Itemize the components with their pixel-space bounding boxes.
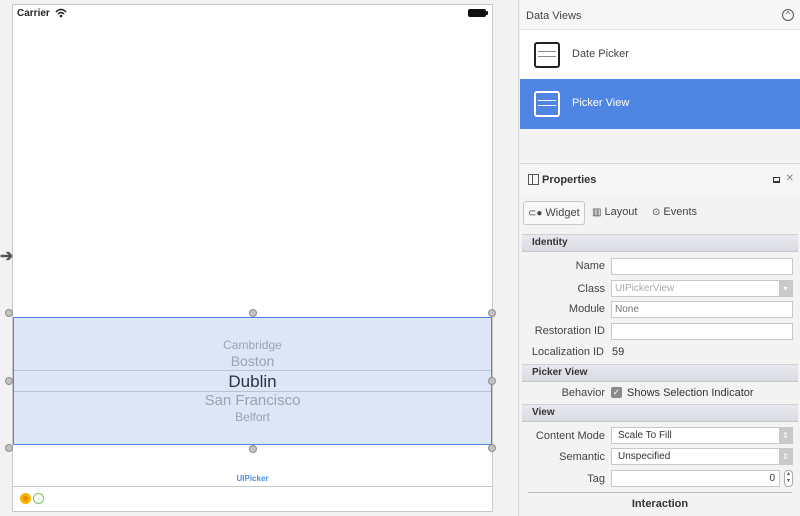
shows-selection-indicator-label[interactable]: Shows Selection Indicator <box>627 387 754 399</box>
properties-title: Properties <box>542 174 597 186</box>
picker-row[interactable]: Boston <box>14 353 491 369</box>
divider <box>528 492 792 493</box>
resize-handle-left[interactable] <box>5 377 13 385</box>
class-label: Class <box>577 283 605 295</box>
layout-icon: ▥ <box>592 207 602 218</box>
localization-id-value: 59 <box>612 346 625 358</box>
semantic-label: Semantic <box>559 451 605 463</box>
updown-icon[interactable]: ⇕ <box>779 428 792 443</box>
wifi-icon <box>55 8 67 18</box>
module-field[interactable] <box>611 301 793 318</box>
carrier-label: Carrier <box>17 8 50 19</box>
picker-view-icon <box>534 91 560 117</box>
date-picker-icon <box>534 42 560 68</box>
tag-label: Tag <box>587 473 605 485</box>
resize-handle-bottom[interactable] <box>249 445 257 453</box>
data-views-header: Data Views ^ <box>520 0 800 30</box>
content-mode-label: Content Mode <box>535 430 605 442</box>
localization-id-label: Localization ID <box>531 346 604 358</box>
chevron-down-icon[interactable]: ▾ <box>779 281 792 296</box>
picker-row-selected[interactable]: Dublin <box>14 372 491 392</box>
scene-name-label: UIPicker <box>236 474 269 483</box>
content-mode-value: Scale To Fill <box>618 430 672 441</box>
events-icon: ⊙ <box>652 207 661 218</box>
tag-field[interactable] <box>611 470 780 487</box>
class-combobox[interactable]: UIPickerView ▾ <box>611 280 793 297</box>
resize-handle-top[interactable] <box>249 309 257 317</box>
shows-selection-indicator-checkbox[interactable]: ✓ <box>611 387 622 398</box>
restoration-id-field[interactable] <box>611 323 793 340</box>
behavior-label: Behavior <box>561 387 605 399</box>
entry-arrow-icon: ➔ <box>0 248 14 265</box>
semantic-value: Unspecified <box>618 451 671 462</box>
widget-icon: ⊂● <box>528 208 543 219</box>
restoration-id-label: Restoration ID <box>534 325 605 337</box>
picker-row[interactable]: San Francisco <box>14 392 491 409</box>
interaction-heading: Interaction <box>631 498 689 510</box>
module-label: Module <box>568 303 605 315</box>
name-label: Name <box>575 260 605 272</box>
toolbox-item-label: Picker View <box>572 97 630 109</box>
toolbox-item-picker-view[interactable]: Picker View <box>520 79 800 129</box>
tab-label: Events <box>663 206 698 218</box>
close-icon[interactable]: ✕ <box>786 173 794 184</box>
device-frame: Carrier Cambridge Boston Dublin San Fran… <box>5 4 496 512</box>
updown-icon[interactable]: ⇕ <box>779 449 792 464</box>
picker-row[interactable]: Belfort <box>14 410 491 424</box>
status-bar: Carrier <box>13 5 492 23</box>
resize-handle-right[interactable] <box>488 377 496 385</box>
properties-tabs: ⊂● Widget ▥ Layout ⊙ Events <box>520 197 800 231</box>
view-controller-icon[interactable] <box>20 493 31 504</box>
tab-label: Widget <box>545 207 580 219</box>
tag-stepper[interactable]: ▴ ▾ <box>784 470 793 487</box>
data-views-title: Data Views <box>526 10 582 22</box>
tab-layout[interactable]: ▥ Layout <box>588 201 641 225</box>
collapse-icon[interactable]: ^ <box>782 9 794 21</box>
properties-icon <box>528 174 539 185</box>
semantic-select[interactable]: Unspecified ⇕ <box>611 448 793 465</box>
class-placeholder: UIPickerView <box>615 283 675 294</box>
resize-handle-top-right[interactable] <box>488 309 496 317</box>
selection-indicator-top <box>14 370 491 371</box>
picker-view[interactable]: Cambridge Boston Dublin San Francisco Be… <box>13 317 492 445</box>
dock-icon[interactable] <box>773 177 780 183</box>
right-panel: Data Views ^ Date Picker Picker View Pro… <box>520 0 800 516</box>
section-identity[interactable]: Identity <box>522 234 798 252</box>
toolbox-item-label: Date Picker <box>572 48 629 60</box>
scene-dock: → <box>13 486 492 511</box>
resize-handle-bottom-left[interactable] <box>5 444 13 452</box>
exit-icon[interactable]: → <box>33 493 44 504</box>
designer-window: ➔ Carrier Cambridge Boston Dublin San Fr… <box>0 0 800 516</box>
resize-handle-bottom-right[interactable] <box>488 444 496 452</box>
picker-row[interactable]: Cambridge <box>14 338 491 352</box>
toolbox-spacer <box>520 129 800 164</box>
tab-events[interactable]: ⊙ Events <box>648 201 701 225</box>
tab-label: Layout <box>604 206 638 218</box>
resize-handle-top-left[interactable] <box>5 309 13 317</box>
section-picker-view[interactable]: Picker View <box>522 364 798 382</box>
content-mode-select[interactable]: Scale To Fill ⇕ <box>611 427 793 444</box>
tab-widget[interactable]: ⊂● Widget <box>523 201 585 225</box>
properties-header: Properties ✕ <box>520 165 800 195</box>
battery-icon <box>468 9 488 17</box>
design-canvas[interactable]: ➔ Carrier Cambridge Boston Dublin San Fr… <box>0 0 519 516</box>
name-field[interactable] <box>611 258 793 275</box>
section-view[interactable]: View <box>522 404 798 422</box>
toolbox-item-date-picker[interactable]: Date Picker <box>520 30 800 80</box>
